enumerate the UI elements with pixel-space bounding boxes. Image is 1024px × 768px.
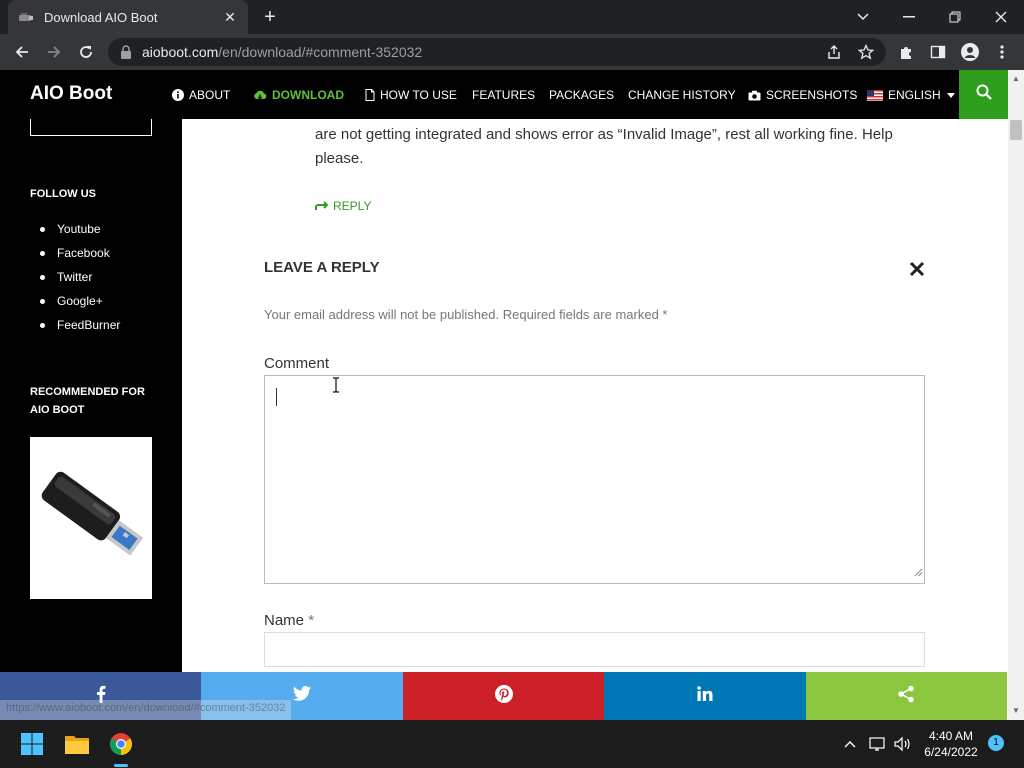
start-windows-icon[interactable]: [16, 728, 48, 760]
web-page: AIO Boot ABOUT DOWNLOAD HOW TO USE FEATU…: [0, 70, 1008, 720]
nav-screenshots[interactable]: SCREENSHOTS: [748, 88, 857, 102]
browser-tab-strip: Download AIO Boot ✕ +: [0, 0, 1024, 34]
leave-reply-title: LEAVE A REPLY: [264, 259, 380, 276]
pinterest-icon: [494, 684, 513, 708]
file-explorer-icon[interactable]: [61, 728, 93, 760]
comment-label: Comment: [264, 355, 330, 372]
social-links-list: Youtube Facebook Twitter Google+ FeedBur…: [30, 217, 120, 337]
nav-language-select[interactable]: ENGLISH: [867, 88, 960, 102]
browser-toolbar: aioboot.com/en/download/#comment-352032: [0, 34, 1024, 70]
chrome-icon[interactable]: [105, 728, 137, 760]
main-content: are not getting integrated and shows err…: [182, 119, 1008, 720]
profile-icon[interactable]: [960, 42, 980, 62]
caret-down-icon: [946, 92, 955, 98]
share-pinterest-button[interactable]: [402, 672, 605, 720]
nav-download[interactable]: DOWNLOAD: [253, 88, 344, 102]
restore-button[interactable]: [932, 0, 978, 34]
nav-packages[interactable]: PACKAGES: [549, 88, 614, 102]
name-label: Name *: [264, 612, 315, 629]
resize-handle-icon[interactable]: [913, 564, 923, 582]
site-favicon-icon: [18, 9, 34, 25]
site-search-button[interactable]: [959, 70, 1008, 119]
site-navigation: AIO Boot ABOUT DOWNLOAD HOW TO USE FEATU…: [0, 70, 1008, 119]
volume-icon[interactable]: [892, 734, 912, 754]
info-icon: [172, 89, 184, 101]
new-tab-button[interactable]: +: [258, 5, 282, 29]
link-status-bubble: https://www.aioboot.com/en/download/#com…: [0, 700, 292, 720]
nav-change-history[interactable]: CHANGE HISTORY: [628, 88, 736, 102]
text-caret: [276, 388, 277, 406]
sidebar-link-google-plus[interactable]: Google+: [30, 289, 120, 313]
close-tab-icon[interactable]: ✕: [222, 9, 238, 26]
close-window-button[interactable]: [978, 0, 1024, 34]
sidebar-link-twitter[interactable]: Twitter: [30, 265, 120, 289]
nav-about[interactable]: ABOUT: [172, 88, 230, 102]
windows-taskbar: 4:40 AM 6/24/2022 1: [0, 720, 1024, 768]
scroll-thumb[interactable]: [1010, 120, 1022, 140]
text-cursor-icon: [332, 377, 340, 398]
linkedin-icon: [697, 686, 713, 706]
email-notice: Your email address will not be published…: [264, 307, 668, 322]
share-linkedin-button[interactable]: [604, 672, 806, 720]
comment-body: are not getting integrated and shows err…: [315, 126, 893, 167]
us-flag-icon: [867, 89, 883, 101]
forward-button[interactable]: [42, 40, 66, 64]
scroll-up-arrow-icon[interactable]: ▲: [1012, 74, 1020, 83]
system-clock[interactable]: 4:40 AM 6/24/2022: [918, 728, 984, 760]
follow-us-heading: FOLLOW US: [30, 188, 96, 200]
network-icon[interactable]: [868, 734, 888, 754]
minimize-button[interactable]: [886, 0, 932, 34]
url-text: aioboot.com/en/download/#comment-352032: [142, 44, 423, 60]
comment-textarea[interactable]: [264, 375, 925, 584]
nav-how-to-use[interactable]: HOW TO USE: [365, 88, 457, 102]
reply-arrow-icon: [315, 200, 329, 212]
sidebar-link-feedburner[interactable]: FeedBurner: [30, 313, 120, 337]
recommended-heading: RECOMMENDED FOR AIO BOOT: [30, 386, 145, 416]
page-scrollbar[interactable]: ▲ ▼: [1008, 70, 1024, 720]
address-bar[interactable]: aioboot.com/en/download/#comment-352032: [108, 38, 886, 66]
reload-button[interactable]: [74, 40, 98, 64]
document-icon: [365, 89, 375, 101]
site-logo[interactable]: AIO Boot: [30, 83, 112, 105]
cloud-download-icon: [253, 90, 267, 101]
sidebar: FOLLOW US Youtube Facebook Twitter Googl…: [0, 119, 182, 720]
usb-drive-ad-image[interactable]: [30, 437, 152, 599]
cancel-reply-close-icon[interactable]: [908, 260, 926, 278]
browser-menu-icon[interactable]: [992, 42, 1012, 62]
share-page-icon[interactable]: [826, 44, 842, 60]
tab-title: Download AIO Boot: [44, 9, 158, 25]
reply-link[interactable]: REPLY: [315, 199, 371, 213]
nav-features[interactable]: FEATURES: [472, 88, 535, 102]
name-input[interactable]: [264, 632, 925, 667]
scroll-down-arrow-icon[interactable]: ▼: [1012, 706, 1020, 715]
twitter-icon: [293, 686, 312, 706]
sidebar-link-facebook[interactable]: Facebook: [30, 241, 120, 265]
bookmark-star-icon[interactable]: [857, 43, 875, 60]
notification-count-badge[interactable]: 1: [988, 735, 1004, 751]
camera-icon: [748, 90, 761, 101]
lock-icon[interactable]: [120, 45, 132, 64]
side-panel-icon[interactable]: [928, 42, 948, 62]
search-icon: [976, 84, 992, 105]
share-icon: [897, 685, 915, 708]
back-button[interactable]: [10, 40, 34, 64]
show-hidden-icons-chevron-icon[interactable]: [840, 734, 860, 754]
sidebar-link-youtube[interactable]: Youtube: [30, 217, 120, 241]
clock-date: 6/24/2022: [924, 745, 978, 759]
browser-tab[interactable]: Download AIO Boot ✕: [8, 0, 248, 34]
share-more-button[interactable]: [805, 672, 1008, 720]
clock-time: 4:40 AM: [928, 729, 974, 743]
active-app-indicator: [114, 764, 128, 767]
tab-search-icon[interactable]: [840, 0, 886, 34]
sidebar-search-box[interactable]: [30, 119, 152, 136]
extensions-icon[interactable]: [896, 42, 916, 62]
